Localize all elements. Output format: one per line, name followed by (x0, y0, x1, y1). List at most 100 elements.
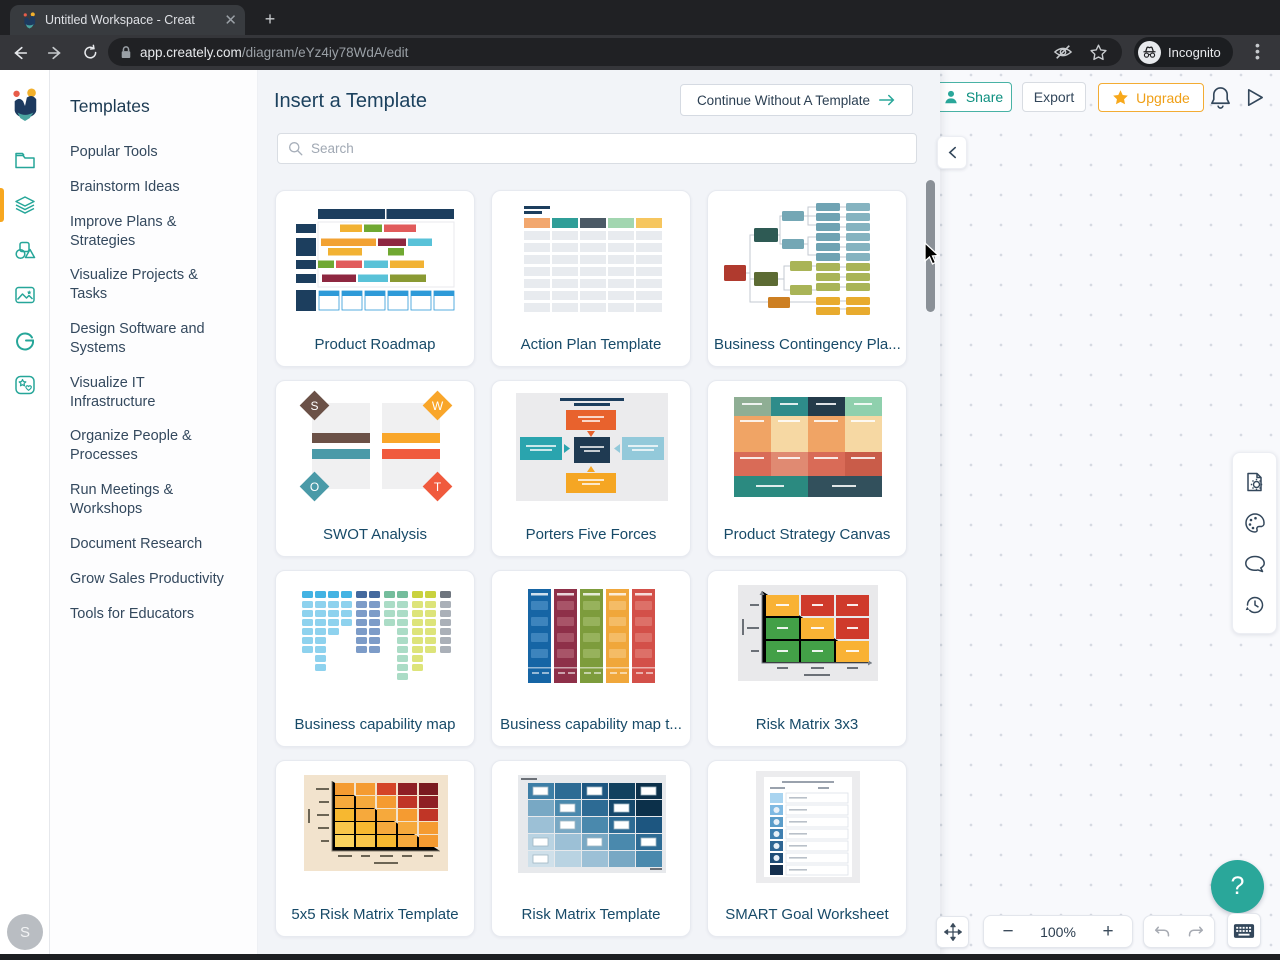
reload-icon[interactable] (75, 38, 105, 68)
template-card[interactable]: Product Roadmap (275, 190, 475, 367)
incognito-icon (1138, 40, 1161, 64)
zoom-in-icon[interactable]: + (1098, 922, 1118, 941)
lock-icon (121, 46, 131, 58)
template-title: SWOT Analysis (323, 526, 427, 543)
template-card[interactable]: Risk Matrix 3x3 (707, 570, 907, 747)
url-text: app.creately.com/diagram/eYz4iy78WdA/edi… (140, 44, 409, 60)
history-icon[interactable] (1243, 593, 1267, 617)
google-icon[interactable] (13, 328, 37, 352)
template-search[interactable] (277, 133, 917, 164)
template-title: Risk Matrix Template (521, 906, 661, 923)
keyboard-shortcuts-button[interactable] (1227, 913, 1261, 948)
template-title: Action Plan Template (520, 336, 662, 353)
template-card[interactable]: S W O T SWOT Analysis (275, 380, 475, 557)
undo-icon[interactable] (1153, 923, 1172, 940)
active-tool-indicator (0, 188, 4, 222)
zoom-level[interactable]: 100% (1040, 924, 1076, 940)
template-card[interactable]: Business Contingency Pla... (707, 190, 907, 367)
template-thumbnail (302, 591, 451, 680)
pan-tool-button[interactable] (936, 916, 969, 948)
incognito-badge: Incognito (1134, 37, 1233, 67)
nav-item-visualize-it[interactable]: Visualize IT Infrastructure (70, 374, 228, 412)
tab-close-icon[interactable]: ✕ (224, 13, 237, 28)
layers-icon[interactable] (13, 193, 37, 217)
undo-redo-control (1143, 915, 1215, 948)
template-card[interactable]: 5x5 Risk Matrix Template (275, 760, 475, 937)
template-card[interactable]: Business capability map (275, 570, 475, 747)
continue-without-template-button[interactable]: Continue Without A Template (680, 84, 913, 116)
template-title: 5x5 Risk Matrix Template (291, 906, 459, 923)
template-card[interactable]: Product Strategy Canvas (707, 380, 907, 557)
export-button[interactable]: Export (1022, 82, 1086, 112)
search-input[interactable] (311, 141, 906, 156)
template-thumbnail (734, 397, 882, 497)
template-browser-panel: Insert a Template Continue Without A Tem… (258, 70, 940, 960)
template-thumbnail (304, 775, 448, 871)
nav-item-popular-tools[interactable]: Popular Tools (70, 143, 228, 162)
user-avatar[interactable]: S (7, 914, 43, 950)
person-icon (945, 90, 957, 104)
nav-item-document-research[interactable]: Document Research (70, 535, 228, 554)
present-play-icon[interactable] (1243, 86, 1267, 110)
theme-palette-icon[interactable] (1243, 511, 1267, 535)
browser-menu-icon[interactable]: • • • (1255, 38, 1261, 64)
chevron-left-icon (948, 146, 956, 159)
browser-chrome: Untitled Workspace - Creat ✕ + app.creat… (0, 0, 1280, 70)
nav-item-visualize-projects[interactable]: Visualize Projects & Tasks (70, 266, 228, 304)
upgrade-button[interactable]: Upgrade (1098, 83, 1204, 112)
svg-text:O: O (310, 480, 319, 494)
incognito-label: Incognito (1168, 44, 1221, 60)
template-card[interactable]: Business capability map t... (491, 570, 691, 747)
upgrade-label: Upgrade (1136, 89, 1190, 106)
doc-settings-icon[interactable] (1243, 470, 1267, 494)
help-label: ? (1230, 872, 1245, 900)
image-icon[interactable] (13, 283, 37, 307)
diagram-canvas[interactable] (940, 70, 1280, 960)
share-label: Share (965, 89, 1004, 105)
url-bar[interactable]: app.creately.com/diagram/eYz4iy78WdA/edi… (108, 38, 1122, 66)
template-card[interactable]: Porters Five Forces (491, 380, 691, 557)
creately-app: Templates Popular Tools Brainstorm Ideas… (0, 70, 1280, 960)
template-card-grid: Product Roadmap Action Plan Template Bus… (275, 190, 923, 937)
folder-icon[interactable] (13, 148, 37, 172)
browser-tab[interactable]: Untitled Workspace - Creat ✕ (10, 5, 245, 35)
template-title: Business capability map (294, 716, 456, 733)
eye-off-icon[interactable] (1053, 43, 1073, 61)
window-bottom-edge (0, 954, 1280, 960)
redo-icon[interactable] (1186, 923, 1205, 940)
keyboard-icon (1233, 923, 1255, 938)
tab-strip: Untitled Workspace - Creat ✕ + (0, 0, 1280, 35)
back-icon[interactable] (5, 38, 35, 68)
nav-item-grow-sales[interactable]: Grow Sales Productivity (70, 570, 228, 589)
help-button[interactable]: ? (1211, 860, 1264, 913)
forward-icon[interactable] (40, 38, 70, 68)
avatar-initial: S (19, 923, 30, 941)
nav-item-run-meetings[interactable]: Run Meetings & Workshops (70, 481, 228, 519)
star-icon (1113, 90, 1128, 105)
collapse-panel-button[interactable] (937, 136, 967, 169)
template-thumbnail (528, 589, 655, 683)
nav-item-brainstorm-ideas[interactable]: Brainstorm Ideas (70, 178, 228, 197)
nav-item-organize-people[interactable]: Organize People & Processes (70, 427, 228, 465)
tab-title: Untitled Workspace - Creat (45, 13, 221, 27)
comment-icon[interactable] (1243, 552, 1267, 576)
template-card[interactable]: SMART Goal Worksheet (707, 760, 907, 937)
scrollbar-thumb[interactable] (926, 180, 935, 312)
pan-icon (943, 923, 962, 941)
template-card[interactable]: Action Plan Template (491, 190, 691, 367)
zoom-out-icon[interactable]: − (998, 922, 1018, 941)
template-card[interactable]: Risk Matrix Template (491, 760, 691, 937)
creately-favicon (23, 11, 36, 28)
stickers-icon[interactable] (13, 373, 37, 397)
bookmark-star-icon[interactable] (1089, 43, 1108, 62)
shapes-icon[interactable] (13, 238, 37, 262)
share-button[interactable]: Share (934, 82, 1012, 112)
template-title: Porters Five Forces (525, 526, 657, 543)
left-icon-rail (0, 70, 50, 960)
nav-item-tools-educators[interactable]: Tools for Educators (70, 605, 228, 624)
new-tab-icon[interactable]: + (258, 8, 282, 32)
nav-item-design-software[interactable]: Design Software and Systems (70, 320, 228, 358)
nav-item-improve-plans[interactable]: Improve Plans & Strategies (70, 213, 228, 251)
template-title: Risk Matrix 3x3 (755, 716, 859, 733)
notifications-bell-icon[interactable] (1209, 85, 1233, 111)
